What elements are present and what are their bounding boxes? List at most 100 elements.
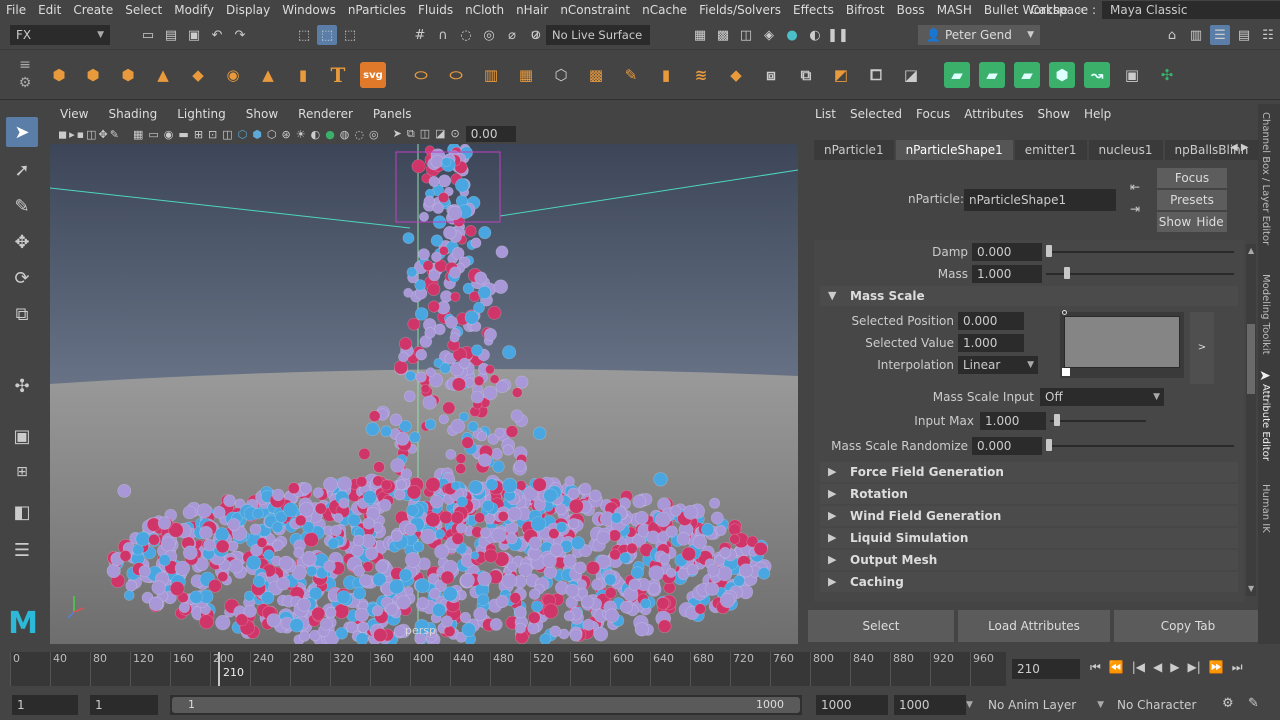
universal-manip-icon[interactable]: ✣ — [6, 371, 38, 401]
outliner-icon[interactable]: ☰ — [6, 535, 38, 565]
range-slider-track[interactable]: 1 1000 — [170, 695, 802, 715]
arnold-render-icon[interactable]: ◐ — [805, 25, 825, 45]
emitter-icon[interactable]: ⬢ — [115, 62, 141, 88]
select-tool-icon[interactable]: ➤ — [6, 117, 38, 147]
node-name-field[interactable]: nParticleShape1 — [964, 189, 1116, 211]
tab-nucleus1[interactable]: nucleus1 — [1088, 140, 1163, 160]
viewport-menu-shading[interactable]: Shading — [98, 107, 167, 121]
safe-title-icon[interactable]: ◫ — [222, 128, 232, 141]
bookmark-icon[interactable]: ▪ — [77, 128, 84, 141]
select-hierarchy-icon[interactable]: ⬚ — [294, 25, 314, 45]
tab-modeling-toolkit[interactable]: Modeling Toolkit — [1260, 274, 1271, 355]
new-scene-icon[interactable]: ▭ — [138, 25, 158, 45]
tool-settings-icon[interactable]: ▤ — [1234, 25, 1254, 45]
mass-slider-track[interactable] — [1046, 273, 1234, 275]
menu-display[interactable]: Display — [220, 3, 276, 17]
open-scene-icon[interactable]: ▤ — [161, 25, 181, 45]
go-to-start-icon[interactable]: ⏮ — [1090, 660, 1101, 675]
render-frame-icon[interactable]: ▦ — [690, 25, 710, 45]
scale-tool-icon[interactable]: ⧉ — [6, 299, 38, 329]
xray-icon[interactable]: ⊛ — [281, 128, 290, 141]
isolate-icon[interactable]: ⧉ — [407, 127, 415, 141]
plane-icon[interactable]: ⬭ — [408, 62, 434, 88]
select-camera-icon[interactable]: ◼ — [58, 128, 67, 141]
key-settings-icon[interactable]: ⚙ — [1222, 696, 1234, 711]
scroll-up-icon[interactable]: ▲ — [1248, 246, 1254, 255]
select-button[interactable]: Select — [808, 610, 954, 642]
menu-nhair[interactable]: nHair — [510, 3, 554, 17]
ncloth-icon[interactable]: ▰ — [944, 62, 970, 88]
live-surface-icon[interactable]: ⊘ — [526, 25, 546, 45]
grease-pencil-icon[interactable]: ✎ — [110, 128, 119, 141]
damp-slider-track[interactable] — [1046, 251, 1234, 253]
menu-nparticles[interactable]: nParticles — [342, 3, 412, 17]
menu-modify[interactable]: Modify — [168, 3, 220, 17]
layers-icon[interactable]: ≋ — [688, 62, 714, 88]
section-output-mesh[interactable]: ▶ Output Mesh — [820, 550, 1238, 570]
ae-menu-attributes[interactable]: Attributes — [957, 107, 1030, 121]
constraint-icon[interactable]: ⬢ — [1049, 62, 1075, 88]
sub-cube-icon[interactable]: ▥ — [478, 62, 504, 88]
section-rotation[interactable]: ▶ Rotation — [820, 484, 1238, 504]
menu-create[interactable]: Create — [67, 3, 119, 17]
tab-nparticleshape1[interactable]: nParticleShape1 — [895, 140, 1013, 160]
resolution-gate-icon[interactable]: ◉ — [164, 128, 174, 141]
disc-icon[interactable]: ⬭ — [443, 62, 469, 88]
mass-field[interactable]: 1.000 — [972, 265, 1042, 283]
menu-nconstraint[interactable]: nConstraint — [554, 3, 636, 17]
copy-tab-button[interactable]: Copy Tab — [1114, 610, 1262, 642]
show-button[interactable]: Show — [1157, 212, 1193, 232]
lasso-tool-icon[interactable]: ➚ — [6, 155, 38, 185]
cone-icon[interactable]: ▲ — [150, 62, 176, 88]
menu-ncloth[interactable]: nCloth — [459, 3, 510, 17]
current-frame-field[interactable]: 210 — [1012, 659, 1080, 679]
menu-effects[interactable]: Effects — [787, 3, 840, 17]
tab-scroll-arrows[interactable]: ◀ ▶ — [1230, 142, 1249, 153]
gear-icon[interactable]: ⚙ — [8, 74, 42, 92]
bevel-icon[interactable]: ⧈ — [758, 62, 784, 88]
exposure-icon[interactable]: ⊙ — [451, 127, 460, 141]
hide-button[interactable]: Hide — [1193, 212, 1227, 232]
load-input-icon[interactable]: ⇤ — [1130, 180, 1140, 194]
snap-view-icon[interactable]: ◎ — [479, 25, 499, 45]
gamma-icon[interactable]: ◪ — [435, 127, 445, 141]
animation-preferences-icon[interactable]: ✎ — [1248, 696, 1259, 711]
tab-channel-box[interactable]: Channel Box / Layer Editor — [1260, 112, 1271, 245]
camera-attributes-icon[interactable]: ▸ — [69, 128, 75, 141]
damp-slider-knob[interactable] — [1046, 245, 1052, 257]
snap-grid-icon[interactable]: # — [410, 25, 430, 45]
input-max-slider-track[interactable] — [1050, 420, 1146, 422]
2d-pan-icon[interactable]: ✥ — [99, 128, 108, 141]
go-to-end-icon[interactable]: ⏭ — [1232, 660, 1243, 675]
playback-start-field[interactable]: 1 — [90, 695, 158, 715]
wireframe-icon[interactable]: ⬡ — [238, 128, 248, 141]
step-forward-key-icon[interactable]: ▶| — [1188, 660, 1201, 675]
section-force-field-generation[interactable]: ▶ Force Field Generation — [820, 462, 1238, 482]
selected-position-field[interactable]: 0.000 — [958, 312, 1024, 330]
viewport-menu-panels[interactable]: Panels — [363, 107, 422, 121]
menu-select[interactable]: Select — [119, 3, 168, 17]
menu-mash[interactable]: MASH — [931, 3, 978, 17]
tab-human-ik[interactable]: Human IK — [1260, 484, 1271, 533]
animation-start-field[interactable]: 1 — [12, 695, 78, 715]
undo-icon[interactable]: ↶ — [207, 25, 227, 45]
select-component-icon[interactable]: ⬚ — [340, 25, 360, 45]
nrigid-icon[interactable]: ▰ — [979, 62, 1005, 88]
nparticle-points-icon[interactable]: ⬢ — [80, 62, 106, 88]
viewport-menu-renderer[interactable]: Renderer — [288, 107, 363, 121]
ae-menu-focus[interactable]: Focus — [909, 107, 957, 121]
box-icon[interactable]: ◆ — [723, 62, 749, 88]
menu-fields-solvers[interactable]: Fields/Solvers — [693, 3, 787, 17]
ae-menu-show[interactable]: Show — [1031, 107, 1077, 121]
menu-windows[interactable]: Windows — [276, 3, 342, 17]
attribute-scroll-area[interactable]: Damp 0.000 Mass 1.000 ▼ Mass Scale Selec… — [814, 240, 1244, 602]
workspace-dropdown[interactable]: Maya Classic — [1102, 1, 1280, 19]
sculpt-tools-icon[interactable]: ⌂ — [1162, 25, 1182, 45]
selected-value-field[interactable]: 1.000 — [958, 334, 1024, 352]
damp-field[interactable]: 0.000 — [972, 243, 1042, 261]
ae-menu-list[interactable]: List — [808, 107, 843, 121]
shadows-icon[interactable]: ◐ — [311, 128, 321, 141]
modeling-toolkit-icon[interactable]: ▥ — [1186, 25, 1206, 45]
ipr-render-icon[interactable]: ◫ — [736, 25, 756, 45]
paint-select-icon[interactable]: ✎ — [6, 191, 38, 221]
